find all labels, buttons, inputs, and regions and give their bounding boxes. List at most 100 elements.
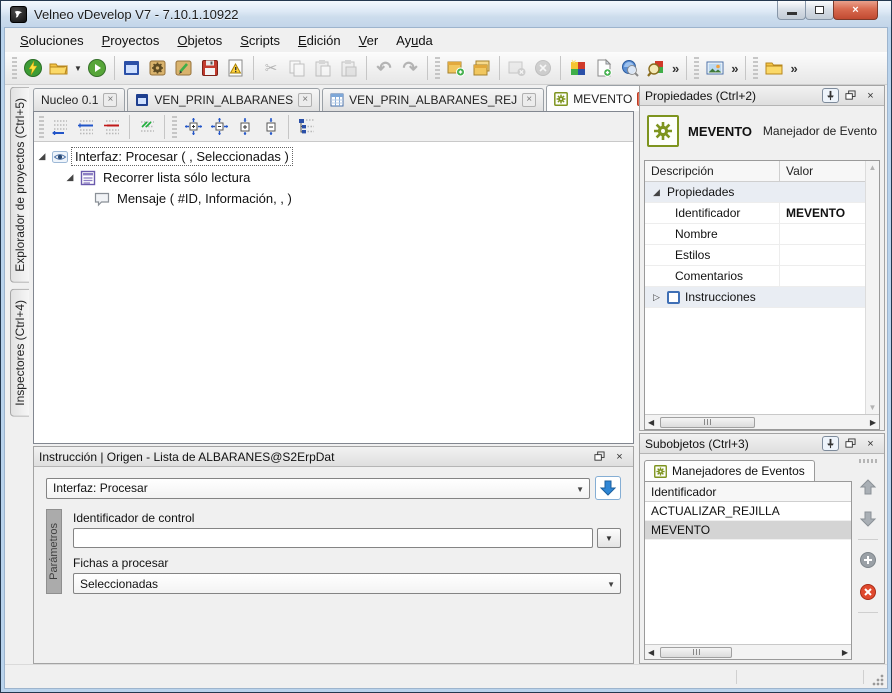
control-identifier-input[interactable] [73,528,593,548]
tab-close-icon[interactable]: × [522,93,537,107]
add-line-icon[interactable] [47,114,73,140]
tab-close-icon[interactable]: × [103,93,118,107]
scrollbar-thumb[interactable] [660,646,733,658]
tree-row-interfaz-procesar[interactable]: ◢ Interfaz: Procesar ( , Seleccionadas ) [36,146,631,167]
float-panel-icon[interactable] [591,449,608,464]
property-row-comentarios[interactable]: Comentarios [645,266,865,287]
menu-proyectos[interactable]: Proyectos [93,30,169,51]
open-solution-dropdown-icon[interactable]: ▼ [72,55,84,81]
insert-line-icon[interactable] [73,114,99,140]
instruction-select[interactable]: Interfaz: Procesar ▼ [46,477,590,499]
search-in-colors-icon[interactable] [643,55,669,81]
scroll-left-icon[interactable]: ◀ [648,648,654,657]
title-bar[interactable]: Velneo vDevelop V7 - 7.10.1.10922 × [1,1,891,27]
float-panel-icon[interactable] [842,436,859,451]
copy-icon[interactable] [284,55,310,81]
menu-scripts[interactable]: Scripts [231,30,289,51]
images-overflow-icon[interactable]: » [728,61,741,76]
folders-icon[interactable] [761,55,787,81]
column-descripcion[interactable]: Descripción [645,164,779,178]
close-all-icon[interactable] [530,55,556,81]
expander-open-icon[interactable]: ◢ [36,151,48,162]
toolbar-grip[interactable] [859,459,877,463]
run-icon[interactable] [84,55,110,81]
tree-view-icon[interactable] [293,114,319,140]
tab-ven-prin-albaranes-rej[interactable]: VEN_PRIN_ALBARANES_REJ × [322,88,545,111]
list-header-identificador[interactable]: Identificador [645,482,851,502]
delete-line-icon[interactable] [99,114,125,140]
toolbar-overflow-icon[interactable]: » [669,61,682,76]
open-solution-icon[interactable] [46,55,72,81]
new-document-icon[interactable] [591,55,617,81]
float-panel-icon[interactable] [842,88,859,103]
menu-ver[interactable]: Ver [350,30,388,51]
undo-icon[interactable]: ↶ [371,55,397,81]
error-list-icon[interactable] [223,55,249,81]
new-form-icon[interactable] [119,55,145,81]
close-panel-icon[interactable]: × [862,436,879,451]
delete-subobject-icon[interactable] [857,581,879,603]
redo-icon[interactable]: ↷ [397,55,423,81]
save-icon[interactable] [197,55,223,81]
property-value[interactable] [779,224,865,244]
folders-overflow-icon[interactable]: » [787,61,800,76]
paste-icon[interactable] [310,55,336,81]
scroll-left-icon[interactable]: ◀ [648,418,654,427]
subobjects-dock-header[interactable]: Subobjetos (Ctrl+3) × [640,434,884,454]
expand-all-icon[interactable] [180,114,206,140]
new-window-icon[interactable] [443,55,469,81]
pin-panel-icon[interactable] [822,436,839,451]
collapse-all-icon[interactable] [206,114,232,140]
cut-icon[interactable]: ✂ [258,55,284,81]
scroll-up-icon[interactable]: ▲ [869,163,877,172]
sidebar-tab-project-explorer[interactable]: Explorador de proyectos (Ctrl+5) [9,87,29,283]
search-objects-icon[interactable] [617,55,643,81]
goto-instruction-button[interactable] [595,476,621,500]
resize-grip[interactable] [872,673,884,686]
properties-horizontal-scrollbar[interactable]: ◀ ▶ [645,414,879,429]
restore-button[interactable] [805,1,834,20]
close-button[interactable]: × [833,1,878,20]
menu-edicion[interactable]: Edición [289,30,350,51]
close-panel-icon[interactable]: × [611,449,628,464]
records-to-process-select[interactable]: Seleccionadas ▼ [73,573,621,594]
property-row-estilos[interactable]: Estilos [645,245,865,266]
scroll-down-icon[interactable]: ▼ [869,403,877,412]
menu-objetos[interactable]: Objetos [168,30,231,51]
comment-line-icon[interactable] [134,114,160,140]
add-subobject-icon[interactable] [857,549,879,571]
properties-table-header[interactable]: Descripción Valor [645,161,865,182]
move-down-icon[interactable] [857,508,879,530]
tab-event-handlers[interactable]: Manejadores de Eventos [644,460,815,481]
close-window-icon[interactable] [504,55,530,81]
tree-row-mensaje[interactable]: Mensaje ( #ID, Información, , ) [36,188,631,209]
expander-open-icon[interactable]: ◢ [64,172,76,183]
tab-nucleo[interactable]: Nucleo 0.1 × [33,88,126,111]
instruction-dock-header[interactable]: Instrucción | Origen - Lista de ALBARANE… [34,447,633,467]
scrollbar-thumb[interactable] [660,416,756,428]
property-row-identificador[interactable]: Identificador MEVENTO [645,203,865,224]
column-valor[interactable]: Valor [779,161,865,181]
sidebar-tab-inspectors[interactable]: Inspectores (Ctrl+4) [9,288,29,417]
property-value[interactable]: MEVENTO [779,203,865,223]
properties-dock-header[interactable]: Propiedades (Ctrl+2) × [640,86,884,106]
expand-node-icon[interactable] [232,114,258,140]
move-up-icon[interactable] [857,476,879,498]
expander-closed-icon[interactable]: ▷ [651,292,662,303]
group-propiedades[interactable]: ◢ Propiedades [645,182,865,203]
toolbar-grip[interactable] [12,57,17,79]
minimize-button[interactable] [777,1,806,20]
object-edit-icon[interactable] [171,55,197,81]
group-instrucciones[interactable]: ▷ Instrucciones [645,287,865,308]
menu-soluciones[interactable]: Soluciones [11,30,93,51]
collapse-node-icon[interactable] [258,114,284,140]
object-properties-icon[interactable] [145,55,171,81]
property-value[interactable] [779,266,865,286]
windows-icon[interactable] [469,55,495,81]
list-item-mevento[interactable]: MEVENTO [645,521,851,540]
subobjects-horizontal-scrollbar[interactable]: ◀ ▶ [645,644,851,659]
close-panel-icon[interactable]: × [862,88,879,103]
property-row-nombre[interactable]: Nombre [645,224,865,245]
tab-ven-prin-albaranes[interactable]: VEN_PRIN_ALBARANES × [127,88,321,111]
expander-open-icon[interactable]: ◢ [651,187,662,198]
